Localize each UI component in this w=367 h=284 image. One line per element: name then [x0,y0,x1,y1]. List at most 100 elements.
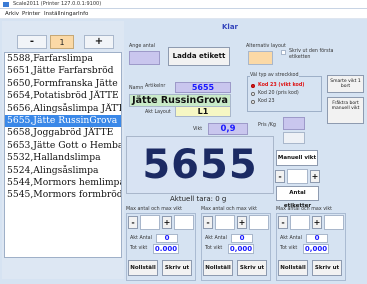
app-window: Scale2011 (Printer 127.0.0.1:9100) Arkiv… [0,0,367,284]
radio-kod23[interactable] [251,100,255,104]
menu-info[interactable]: Info [78,9,88,19]
panel-vikt-label: Tot vikt [280,246,298,251]
alt-layout-input[interactable] [248,51,273,65]
manuell-vikt-button[interactable]: Manuell vikt [276,150,318,166]
panel-skriv-button[interactable]: Skriv ut [237,260,267,276]
vikt-value: 0,9 [220,124,236,134]
panel-skriv-button[interactable]: Skriv ut [312,260,342,276]
panel-antal-value: 0 [239,234,245,242]
panel-max-vikt-input[interactable] [324,215,344,230]
list-item[interactable]: 5656,Alingsåslimpa JÄTTE [5,103,121,115]
panel-max-input[interactable] [140,215,160,230]
panel-vikt-value: 0.000 [154,245,178,253]
window-title: Scale2011 (Printer 127.0.0.1:9100) [13,1,102,7]
etiketter-minus-button[interactable]: - [275,170,285,183]
antal-etiketter-button[interactable]: Antal etiketter [276,186,319,209]
panel-antal-value: 0 [314,234,320,242]
panel-vikt-value: 0,000 [304,245,328,253]
aktuell-tara: Aktuell tara: 0 g [170,195,227,203]
panel-nollstall-button[interactable]: Nollställ [128,260,158,276]
menu-arkiv[interactable]: Arkiv [5,9,19,19]
smarte-button[interactable]: Smarte vikt 1 bort [327,75,364,93]
panel-minus-button[interactable]: - [203,216,213,229]
panel-antal-field: 0 [306,234,328,243]
menu-printer[interactable]: Printer [22,9,40,19]
pris-field [283,117,305,130]
panel-plus-button[interactable]: + [312,216,322,229]
panel-antal-field: 0 [156,234,178,243]
menu-installningar[interactable]: Inställningar [44,9,78,19]
skriv-checkbox[interactable] [281,50,286,55]
layout-label: Akt Layout [145,110,171,115]
panel-antal-value: 0 [164,234,170,242]
panel-skriv-button[interactable]: Skriv ut [162,260,192,276]
kod23-vikt-label: Kod 23 (vikt kod) [258,83,305,88]
kod23-label: Kod 23 [258,99,275,104]
pris-field-2 [283,132,305,144]
app-icon [3,2,9,7]
status-label: Klar [222,23,238,31]
panel-antal-label: Akt Antal [280,236,302,241]
radio-kod23-vikt[interactable] [251,84,255,88]
etiketter-plus-button[interactable]: + [310,170,320,183]
vikt-field: 0,9 [208,123,248,135]
panel-max-input[interactable] [215,215,235,230]
panel-vikt-label: Tot vikt [130,246,148,251]
panel-vikt-field: 0,000 [303,244,329,254]
list-item[interactable]: 5545,Mormors formbröd [5,189,121,201]
artnr-value: 5655 [191,83,215,92]
panel-vikt-field: 0,000 [228,244,254,254]
list-item[interactable]: 5653,Jätte Gott o Hembakt [5,140,121,152]
list-item[interactable]: 5532,Hallandslimpa [5,152,121,164]
panel-plus-button[interactable]: + [237,216,247,229]
alt-layout-label: Alternativ layout [246,44,286,49]
kod20-label: Kod 20 (pris kod) [258,91,299,96]
list-item[interactable]: 5524,Alingsåslimpa [5,165,121,177]
big-number: 5655 [142,142,258,188]
radio-kod20[interactable] [251,92,255,96]
vikt-label: Vikt [193,127,203,132]
increment-button[interactable]: + [84,35,114,49]
layout-field: L1 [175,106,231,117]
panel-vikt-field: 0.000 [153,244,179,254]
decrement-button[interactable]: - [17,35,47,49]
namn-label: Namn [129,86,144,91]
list-item[interactable]: 5544,Mormors hemlimpa [5,177,121,189]
artnr-field: 5655 [175,82,231,93]
panel-nollstall-button[interactable]: Nollställ [278,260,308,276]
panel-max-input[interactable] [290,215,310,230]
antal-input[interactable] [129,51,160,65]
panel-vikt-value: 0,000 [229,245,253,253]
panel-minus-button[interactable]: - [128,216,138,229]
panel-antal-label: Akt Antal [130,236,152,241]
panel-title: Max antal och max vikt [201,207,258,212]
list-item[interactable]: 5655,Jätte RussinGrova [5,114,121,128]
panel-title: Max antal och max vikt [126,207,183,212]
panel-max-vikt-input[interactable] [249,215,269,230]
list-item[interactable]: 5651,Jätte Farfarsbröd [5,65,121,77]
etiketter-count[interactable] [287,169,308,184]
fraktra-button[interactable]: Fråktra bort manuell vikt [327,97,364,124]
title-bar: Scale2011 (Printer 127.0.0.1:9100) [0,0,367,9]
antal-label: Ange antal [129,44,155,49]
panel-minus-button[interactable]: - [278,216,288,229]
product-list[interactable]: 5588,Farfarslimpa 5651,Jätte Farfarsbröd 5… [4,52,122,258]
panel-nollstall-button[interactable]: Nollställ [203,260,233,276]
panel-antal-label: Akt Antal [205,236,227,241]
panel-antal-field: 0 [231,234,253,243]
artnr-label: Artikelnr [145,84,166,89]
panel-title: Max antal och max vikt [276,207,333,212]
panel-vikt-label: Tot vikt [205,246,223,251]
list-item[interactable]: 5654,Potatisbröd JÄTTE [5,90,121,102]
counter-field[interactable]: 1 [50,35,74,49]
menu-bar: Arkiv Printer Inställningar Info [0,9,367,19]
panel-max-vikt-input[interactable] [174,215,194,230]
list-item[interactable]: 5588,Farfarslimpa [5,53,121,65]
ladda-etikett-button[interactable]: Ladda etikett [168,47,230,66]
pris-label: Pris /Kg [258,123,276,128]
list-item[interactable]: 5650,Formfranska Jätte [5,78,121,90]
list-item[interactable]: 5658,Joggabröd JÄTTE [5,127,121,139]
barcode-title: Väl typ av streckkod [250,73,299,78]
skriv-label: Skriv ut den första etiketten [289,49,334,60]
panel-plus-button[interactable]: + [162,216,172,229]
